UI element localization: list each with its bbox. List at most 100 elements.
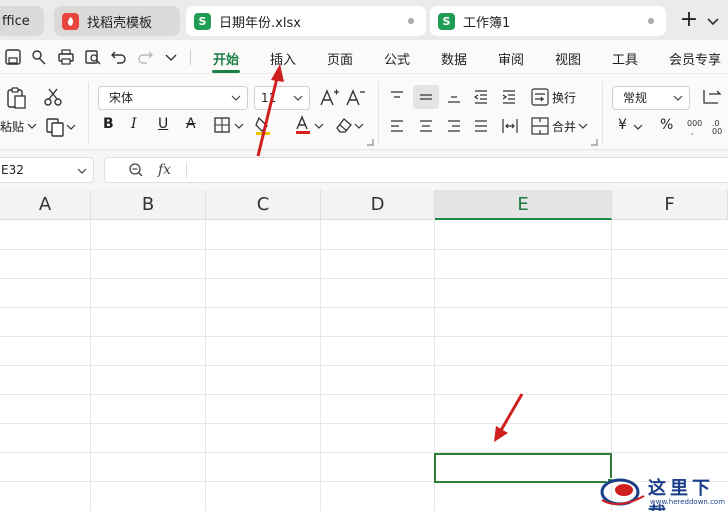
align-middle-icon[interactable] [417, 88, 435, 106]
underline-button[interactable]: U [158, 116, 168, 132]
docer-icon [62, 12, 79, 30]
formula-bar: E32 fx [0, 150, 728, 190]
divider [602, 82, 603, 144]
align-left-icon[interactable] [388, 117, 406, 135]
column-header-b[interactable]: B [91, 190, 206, 220]
name-box[interactable]: E32 [0, 157, 94, 183]
menu-tools[interactable]: 工具 [612, 49, 638, 68]
tab-label: ffice [2, 13, 30, 29]
paste-icon[interactable] [4, 86, 28, 110]
strikethrough-button[interactable]: A [186, 116, 196, 132]
svg-text:,: , [691, 127, 694, 136]
thousands-separator-icon[interactable]: 000, [686, 116, 706, 136]
merge-cells-icon[interactable] [530, 116, 550, 136]
undo-icon[interactable] [110, 48, 128, 66]
print-icon[interactable] [57, 48, 75, 66]
menu-formulas[interactable]: 公式 [384, 49, 410, 68]
border-icon[interactable] [213, 116, 231, 134]
decrease-font-icon[interactable] [344, 87, 366, 109]
save-icon[interactable] [4, 48, 22, 66]
chevron-down-icon[interactable] [162, 48, 180, 66]
grid-line [0, 394, 728, 395]
distributed-align-icon[interactable] [500, 116, 520, 136]
number-format-select[interactable]: 常规 [612, 86, 690, 110]
fx-icon[interactable]: fx [158, 162, 171, 178]
chevron-down-icon[interactable] [314, 121, 324, 131]
cut-icon[interactable] [42, 86, 64, 108]
chevron-down-icon[interactable] [234, 121, 244, 131]
print-preview-icon[interactable] [84, 48, 102, 66]
chevron-down-icon[interactable] [27, 121, 37, 131]
font-color-icon[interactable] [294, 114, 312, 136]
column-header-e[interactable]: E [435, 190, 612, 220]
chevron-down-icon [231, 95, 241, 101]
chevron-down-icon[interactable] [354, 121, 364, 131]
column-header-d[interactable]: D [321, 190, 435, 220]
active-menu-indicator [212, 70, 240, 73]
grid-line [0, 249, 728, 250]
column-header-a[interactable]: A [0, 190, 91, 220]
svg-text:00: 00 [712, 127, 722, 136]
ribbon-toolbar: 粘贴 宋体 11 B I U A 换行 合并 常规 ¥ % 000 , .0 0… [0, 74, 728, 150]
wrap-text-label[interactable]: 换行 [552, 89, 576, 106]
chevron-down-icon [673, 95, 683, 101]
italic-button[interactable]: I [131, 116, 137, 132]
eraser-icon[interactable] [334, 115, 354, 135]
annotation-arrow-icon [494, 393, 524, 442]
unsaved-dot-icon[interactable] [648, 18, 654, 24]
chevron-down-icon[interactable] [706, 14, 720, 28]
menu-review[interactable]: 审阅 [498, 49, 524, 68]
chevron-down-icon[interactable] [578, 121, 588, 131]
decimal-icon[interactable]: .000 [712, 116, 728, 136]
new-tab-button[interactable]: + [676, 8, 702, 34]
align-top-icon[interactable] [388, 88, 406, 106]
tab-label: 日期年份.xlsx [219, 15, 301, 31]
merge-label[interactable]: 合并 [552, 118, 576, 135]
align-bottom-icon[interactable] [445, 88, 463, 106]
export-icon[interactable] [30, 48, 48, 66]
grid-line [0, 452, 728, 453]
tab-file-dates[interactable]: S 日期年份.xlsx [186, 6, 426, 36]
grid-line [0, 278, 728, 279]
percent-button[interactable]: % [660, 117, 673, 133]
unsaved-dot-icon[interactable] [408, 18, 414, 24]
convert-icon[interactable] [700, 87, 722, 107]
font-name-select[interactable]: 宋体 [98, 86, 248, 110]
menu-data[interactable]: 数据 [441, 49, 467, 68]
menu-page[interactable]: 页面 [327, 49, 353, 68]
watermark-url: www.hereddown.com [650, 498, 726, 506]
font-dialog-launcher-icon[interactable] [366, 138, 374, 146]
paste-label[interactable]: 粘贴 [0, 118, 24, 135]
column-header-c[interactable]: C [206, 190, 321, 220]
menu-view[interactable]: 视图 [555, 49, 581, 68]
active-cell[interactable] [434, 453, 612, 483]
spreadsheet-icon: S [194, 12, 211, 30]
zoom-search-icon[interactable] [128, 162, 144, 178]
tab-office[interactable]: ffice [0, 6, 44, 36]
redo-icon[interactable] [136, 48, 154, 66]
increase-font-icon[interactable] [318, 87, 340, 109]
menu-home[interactable]: 开始 [213, 49, 239, 68]
increase-indent-icon[interactable] [500, 88, 518, 106]
divider [378, 82, 379, 144]
justify-icon[interactable] [472, 117, 490, 135]
currency-button[interactable]: ¥ [618, 117, 627, 133]
decrease-indent-icon[interactable] [472, 88, 490, 106]
copy-icon[interactable] [44, 116, 66, 138]
wrap-text-icon[interactable] [530, 87, 550, 107]
formula-input[interactable] [104, 157, 728, 183]
chevron-down-icon[interactable] [633, 122, 643, 132]
column-header-f[interactable]: F [612, 190, 728, 220]
tab-workbook1[interactable]: S 工作簿1 [430, 6, 666, 36]
align-center-icon[interactable] [417, 117, 435, 135]
chevron-down-icon[interactable] [66, 122, 76, 132]
align-dialog-launcher-icon[interactable] [590, 138, 598, 146]
menu-membership[interactable]: 会员专享 [669, 49, 721, 68]
bold-button[interactable]: B [103, 116, 114, 132]
grid-line [0, 423, 728, 424]
align-right-icon[interactable] [445, 117, 463, 135]
tab-docer-templates[interactable]: 找稻壳模板 [54, 6, 180, 36]
annotation-arrow-icon [256, 64, 284, 157]
spreadsheet-grid[interactable]: A B C D E F [0, 190, 728, 511]
chevron-down-icon[interactable] [77, 166, 87, 176]
